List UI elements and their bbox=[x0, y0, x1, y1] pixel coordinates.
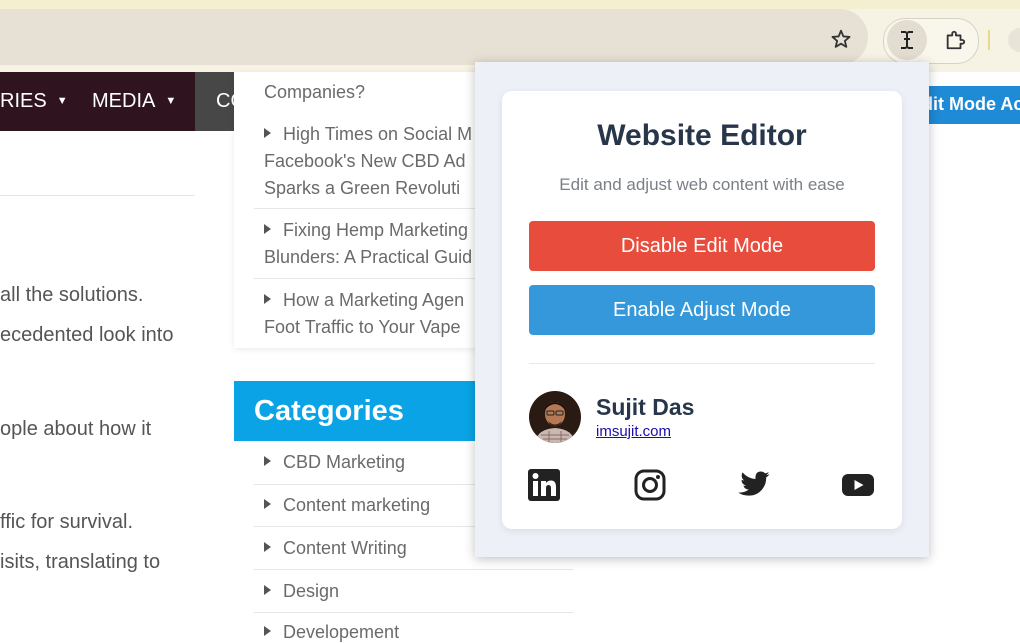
post-title-line: High Times on Social M bbox=[283, 124, 473, 144]
nav-item-categories[interactable]: RIES ▼ bbox=[0, 90, 68, 113]
category-label: CBD Marketing bbox=[283, 452, 406, 472]
post-title-line: Companies? bbox=[264, 82, 366, 102]
nav-item-label: RIES bbox=[0, 90, 47, 112]
triangle-right-icon bbox=[264, 585, 271, 595]
post-link[interactable]: Fixing Hemp Marketing Blunders: A Practi… bbox=[264, 217, 472, 271]
linkedin-icon bbox=[528, 469, 560, 501]
category-link[interactable]: Content marketing bbox=[264, 495, 430, 516]
disable-edit-mode-button[interactable]: Disable Edit Mode bbox=[529, 221, 875, 271]
popup-subtitle: Edit and adjust web content with ease bbox=[559, 175, 845, 194]
card-divider bbox=[529, 363, 875, 364]
category-label: Content Writing bbox=[283, 538, 407, 558]
nav-item-label: MEDIA bbox=[92, 90, 156, 112]
category-link[interactable]: Developement bbox=[264, 622, 399, 643]
triangle-right-icon bbox=[264, 128, 271, 138]
avatar bbox=[529, 391, 581, 443]
author-name: Sujit Das bbox=[596, 394, 695, 420]
category-link[interactable]: CBD Marketing bbox=[264, 452, 405, 473]
post-link[interactable]: Companies? bbox=[264, 79, 365, 106]
linkedin-link[interactable] bbox=[526, 467, 562, 503]
puzzle-icon bbox=[946, 30, 966, 50]
post-title-line: Foot Traffic to Your Vape bbox=[264, 317, 461, 337]
star-icon bbox=[831, 29, 851, 48]
category-label: Content marketing bbox=[283, 495, 431, 515]
article-line: ecedented look into bbox=[0, 324, 174, 346]
bookmark-star-button[interactable] bbox=[824, 20, 858, 58]
category-divider bbox=[254, 612, 574, 613]
address-bar[interactable] bbox=[0, 9, 868, 65]
edit-mode-site-button-label: dit Mode Ac bbox=[922, 94, 1020, 114]
window-top-strip bbox=[0, 0, 1020, 9]
caret-down-icon: ▼ bbox=[165, 95, 177, 107]
article-line: ffic for survival. bbox=[0, 511, 133, 533]
post-title-line: How a Marketing Agen bbox=[283, 290, 465, 310]
enable-adjust-mode-button[interactable]: Enable Adjust Mode bbox=[529, 285, 875, 335]
category-label: Developement bbox=[283, 622, 400, 642]
triangle-right-icon bbox=[264, 542, 271, 552]
post-title-line: Facebook's New CBD Ad bbox=[264, 151, 466, 171]
triangle-right-icon bbox=[264, 456, 271, 466]
post-link[interactable]: How a Marketing Agen Foot Traffic to You… bbox=[264, 287, 464, 341]
post-title-line: Sparks a Green Revoluti bbox=[264, 178, 461, 198]
category-link[interactable]: Content Writing bbox=[264, 538, 407, 559]
extensions-menu-button[interactable] bbox=[935, 20, 975, 60]
popup-title: Website Editor bbox=[597, 119, 807, 152]
category-link[interactable]: Design bbox=[264, 581, 339, 602]
toolbar-separator bbox=[988, 30, 990, 50]
instagram-icon bbox=[634, 469, 666, 501]
category-divider bbox=[254, 569, 574, 570]
post-title-line: Fixing Hemp Marketing bbox=[283, 220, 469, 240]
youtube-link[interactable] bbox=[840, 467, 876, 503]
triangle-right-icon bbox=[264, 294, 271, 304]
category-label: Design bbox=[283, 581, 340, 601]
author-website-link[interactable]: imsujit.com bbox=[596, 423, 671, 440]
article-line: isits, translating to bbox=[0, 551, 161, 573]
website-editor-extension-button[interactable] bbox=[887, 20, 927, 60]
triangle-right-icon bbox=[264, 626, 271, 636]
triangle-right-icon bbox=[264, 499, 271, 509]
post-link[interactable]: High Times on Social M Facebook's New CB… bbox=[264, 121, 472, 202]
editor-card: Website Editor Edit and adjust web conte… bbox=[502, 91, 902, 529]
categories-title: Categories bbox=[254, 395, 404, 427]
triangle-right-icon bbox=[264, 224, 271, 234]
caret-down-icon: ▼ bbox=[56, 95, 68, 107]
article-divider bbox=[0, 195, 195, 196]
cursor-text-icon bbox=[901, 31, 913, 49]
article-line: ople about how it bbox=[0, 418, 152, 440]
article-line: all the solutions. bbox=[0, 284, 144, 306]
twitter-link[interactable] bbox=[736, 467, 772, 503]
post-title-line: Blunders: A Practical Guid bbox=[264, 247, 473, 267]
instagram-link[interactable] bbox=[632, 467, 668, 503]
extension-popup: Website Editor Edit and adjust web conte… bbox=[475, 62, 929, 557]
youtube-icon bbox=[842, 474, 874, 496]
twitter-icon bbox=[737, 471, 770, 496]
nav-item-media[interactable]: MEDIA ▼ bbox=[92, 90, 176, 113]
